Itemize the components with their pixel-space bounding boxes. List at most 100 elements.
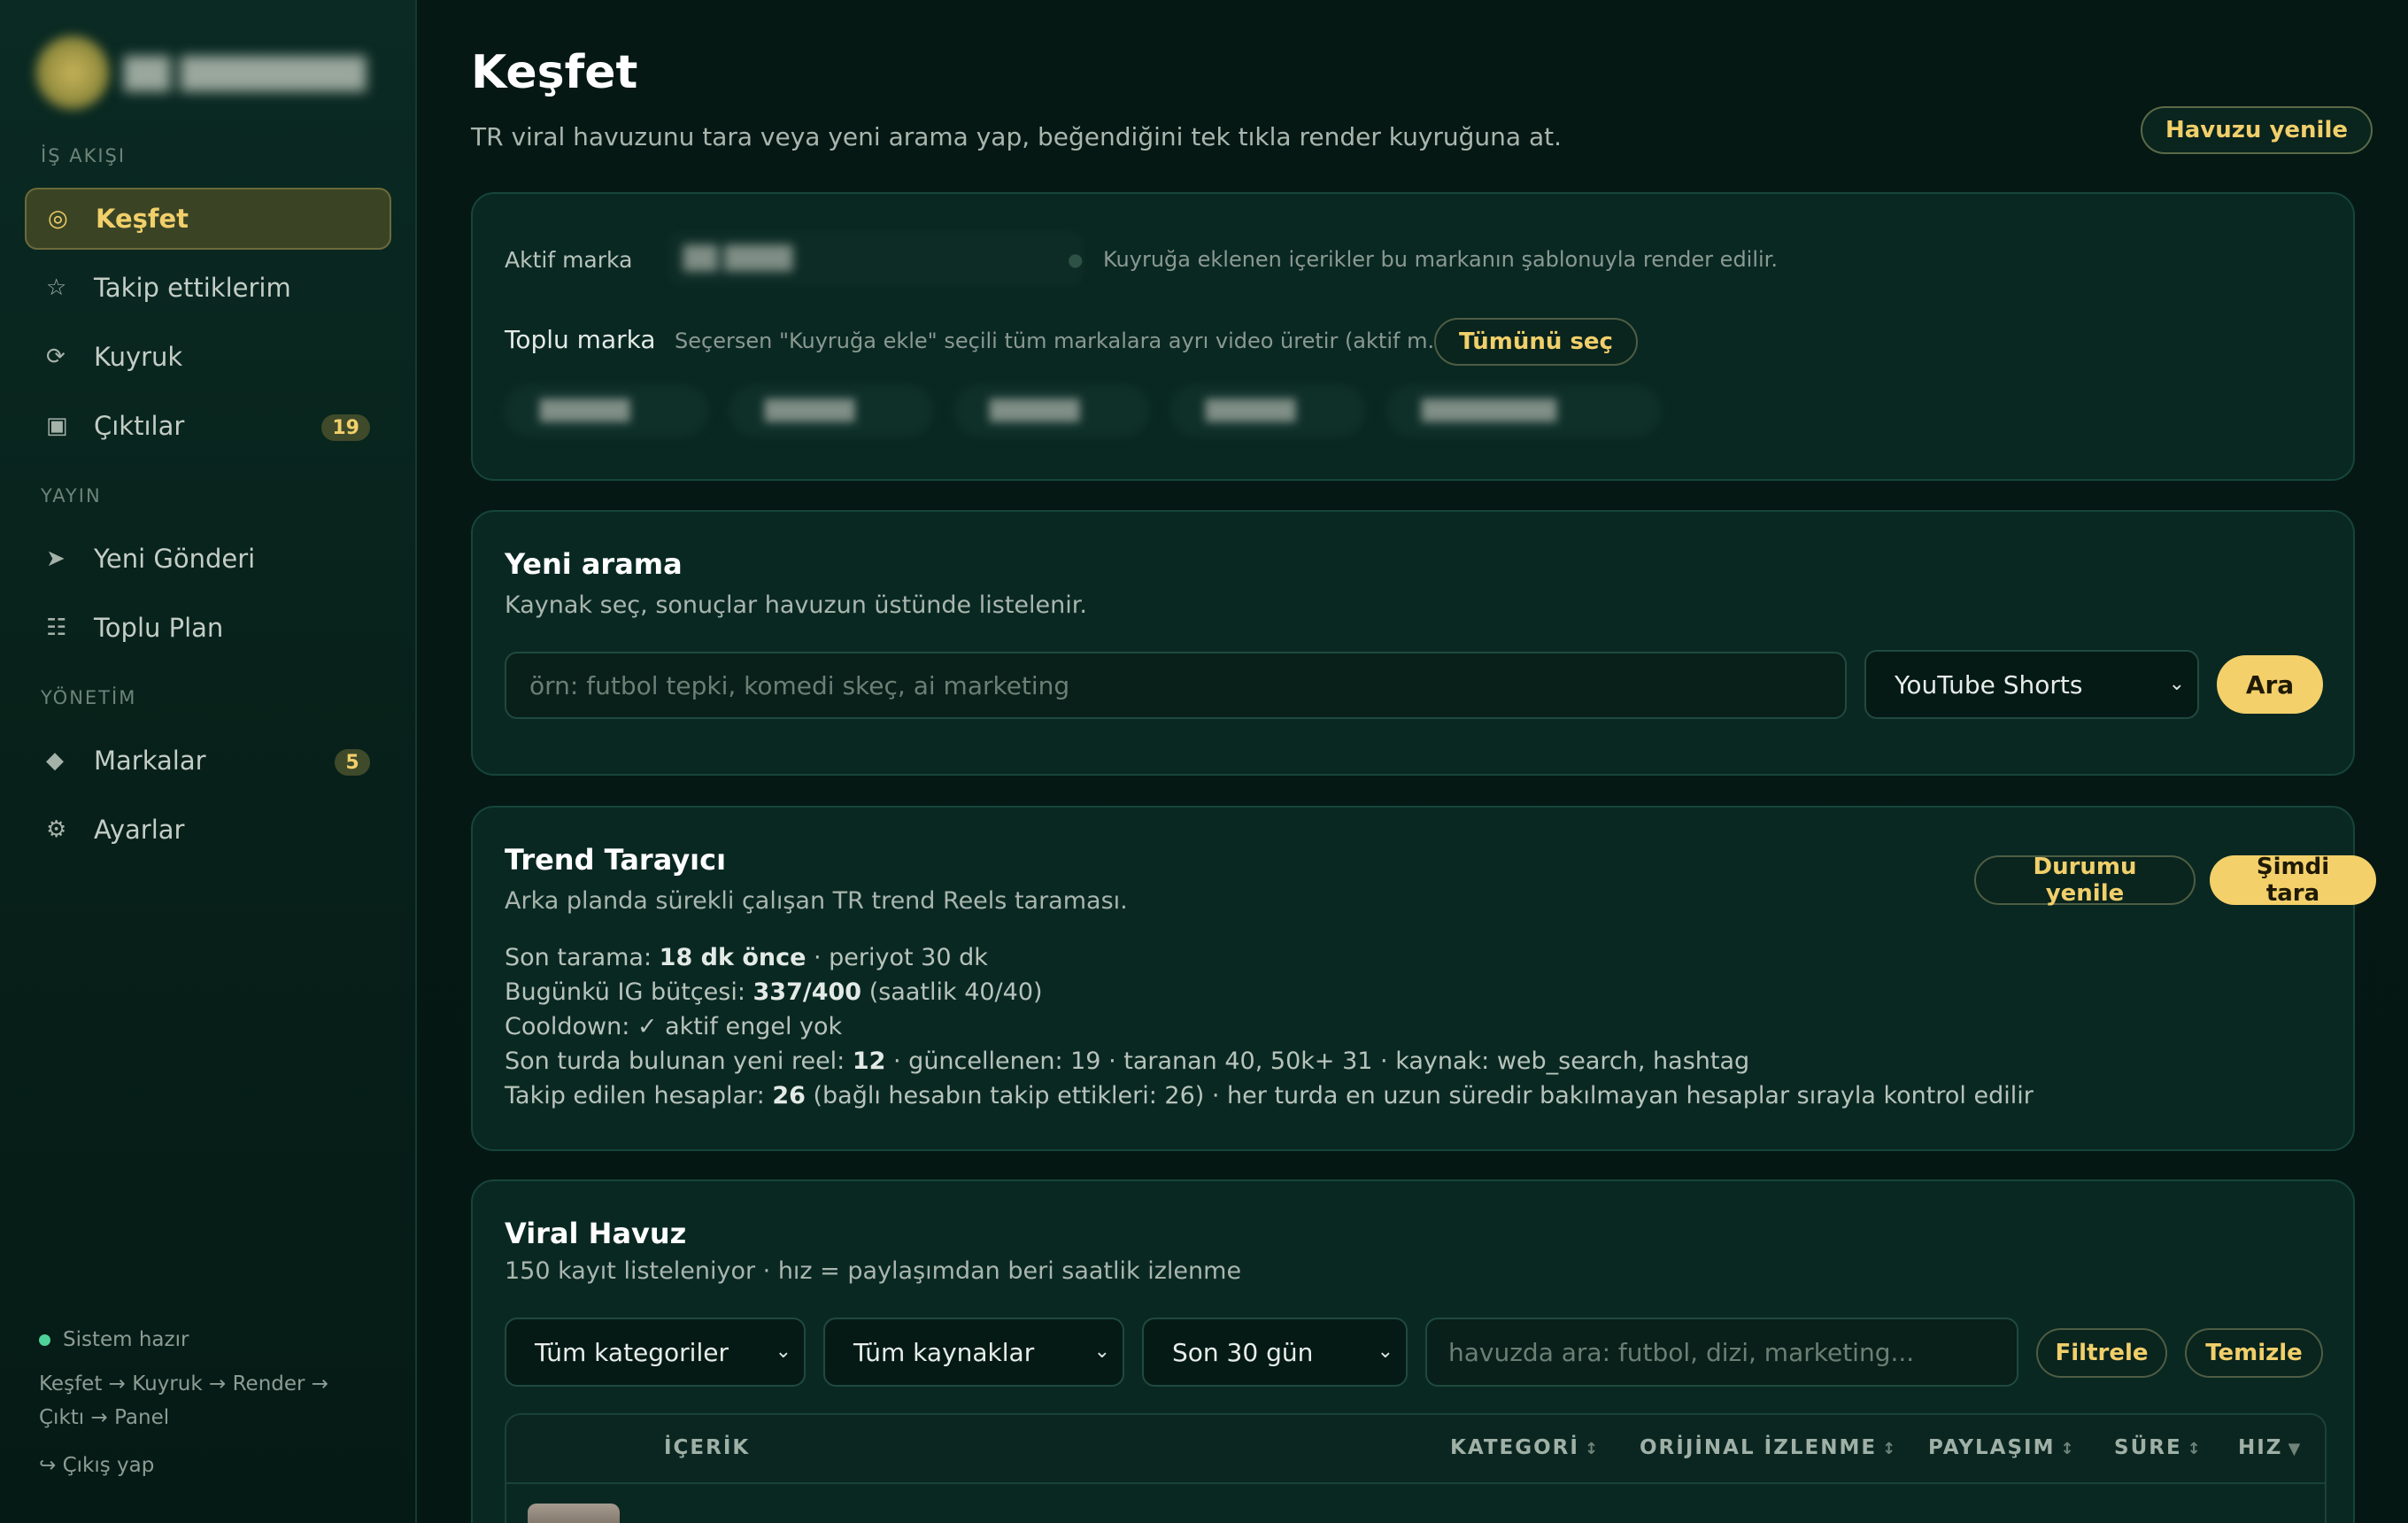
search-button[interactable]: Ara [2217,655,2323,714]
source-filter-value: Tüm kaynaklar [853,1337,1035,1367]
clear-button[interactable]: Temizle [2185,1328,2323,1378]
gear-icon: ⚙ [46,816,67,843]
ig-budget-line: Bugünkü IG bütçesi: 337/400 (saatlik 40/… [505,978,1043,1006]
sidebar-item-label: Markalar [94,746,206,776]
new-search-subtitle: Kaynak seç, sonuçlar havuzun üstünde lis… [505,591,1087,619]
sidebar-item-ayarlar[interactable]: ⚙ Ayarlar [25,799,391,861]
brand-chip[interactable]: ██████ [954,385,1149,437]
viral-pool-title: Viral Havuz [505,1217,687,1250]
sidebar-item-label: Ayarlar [94,815,185,845]
brand-chip[interactable]: █████████ [1386,385,1661,437]
count-badge: 5 [335,749,370,776]
star-icon: ☆ [46,274,67,301]
viral-pool-card: Viral Havuz 150 kayıt listeleniyor · hız… [471,1179,2355,1523]
logout-link[interactable]: ↪ Çıkış yap [39,1454,393,1477]
target-icon: ◎ [48,205,68,232]
sidebar-item-markalar[interactable]: ◆ Markalar 5 [25,730,391,792]
sidebar-item-label: Toplu Plan [94,613,224,643]
sidebar-item-label: Yeni Gönderi [94,544,256,574]
new-reels-line: Son turda bulunan yeni reel: 12 · güncel… [505,1048,1750,1075]
category-select-value: Tüm kategoriler [535,1337,729,1367]
column-original-views[interactable]: ORİJİNAL İZLENME ↕ [1640,1436,1895,1459]
sidebar: ██ ████████ İŞ AKIŞI ◎ Keşfet ☆ Takip et… [0,0,417,1523]
brand-avatar [35,35,110,110]
viral-pool-subtitle: 150 kayıt listeleniyor · hız = paylaşımd… [505,1257,1242,1285]
filter-button[interactable]: Filtrele [2036,1328,2167,1378]
category-select[interactable]: Tüm kategoriler ⌄ [505,1318,806,1387]
pool-table-header: İÇERİK KATEGORİ ↕ ORİJİNAL İZLENME ↕ PAYLA… [505,1413,2327,1484]
sidebar-item-kesfet[interactable]: ◎ Keşfet [25,188,391,250]
sort-desc-icon: ▼ [2288,1440,2301,1458]
refresh-status-button[interactable]: Durumu yenile [1974,854,2196,907]
bulk-brand-hint: Seçersen "Kuyruğa ekle" seçili tüm marka… [675,329,1448,353]
status-dot-icon [39,1334,50,1346]
brand-chip-list: ██████ ██████ ██████ ██████ █████████ [505,385,1744,438]
sidebar-item-kuyruk[interactable]: ⟳ Kuyruk [25,326,391,388]
column-content: İÇERİK [664,1436,751,1459]
chevron-down-icon: ⌄ [2168,673,2185,695]
brand-chip[interactable]: ██████ [729,385,933,437]
period-select-value: Son 30 gün [1172,1337,1314,1367]
last-scan-line: Son tarama: 18 dk önce · periyot 30 dk [505,944,988,971]
chevron-down-icon: ⌄ [775,1341,791,1363]
refresh-pool-button[interactable]: Havuzu yenile [2141,106,2373,154]
column-category[interactable]: KATEGORİ ↕ [1450,1436,1598,1459]
active-brand-hint: Kuyruğa eklenen içerikler bu markanın şa… [1103,247,1778,272]
bulk-brand-label: Toplu marka [505,325,656,354]
period-select[interactable]: Son 30 gün ⌄ [1142,1318,1408,1387]
video-thumbnail[interactable] [528,1504,620,1523]
status-text: Sistem hazır [63,1328,189,1351]
page-subtitle: TR viral havuzunu tara veya yeni arama y… [471,122,1563,151]
list-icon: ☷ [46,615,67,641]
sidebar-item-takip[interactable]: ☆ Takip ettiklerim [25,257,391,319]
count-badge: 19 [321,414,370,441]
nav-section-workflow: İŞ AKIŞI [41,145,127,166]
refresh-icon: ⟳ [46,344,66,370]
cooldown-line: Cooldown: ✓ aktif engel yok [505,1013,843,1040]
select-all-button[interactable]: Tümünü seç [1434,318,1638,366]
nav-section-management: YÖNETİM [41,687,137,708]
sidebar-item-ciktilar[interactable]: ▣ Çıktılar 19 [25,395,391,457]
scanner-status-lines: Son tarama: 18 dk önce · periyot 30 dk B… [505,940,2034,1113]
main-content: Keşfet TR viral havuzunu tara veya yeni … [418,0,2408,1523]
pool-table-body [505,1482,2327,1523]
sort-icon: ↕ [2060,1440,2074,1458]
source-select[interactable]: YouTube Shorts ⌄ [1864,650,2199,719]
brand-chip[interactable]: ██████ [505,385,708,437]
sidebar-item-toplu-plan[interactable]: ☷ Toplu Plan [25,597,391,659]
sidebar-item-label: Çıktılar [94,411,185,441]
active-brand-label: Aktif marka [505,247,633,273]
sort-icon: ↕ [1584,1440,1599,1458]
diamond-icon: ◆ [46,747,64,774]
column-duration[interactable]: SÜRE ↕ [2114,1436,2201,1459]
system-status: Sistem hazır [39,1328,393,1351]
brand-card: Aktif marka ██ ████ ● Kuyruğa eklenen iç… [471,192,2355,481]
info-dot-icon: ● [1068,249,1084,270]
sidebar-footer: Sistem hazır Keşfet → Kuyruk → Render → … [39,1328,393,1477]
page-title: Keşfet [471,46,638,99]
search-input[interactable] [505,652,1847,719]
sort-icon: ↕ [1882,1440,1896,1458]
new-search-title: Yeni arama [505,547,683,581]
chevron-down-icon: ⌄ [1093,1341,1110,1363]
active-brand-select[interactable]: ██ ████ [668,231,1084,286]
send-icon: ➤ [46,545,66,572]
column-shares[interactable]: PAYLAŞIM ↕ [1928,1436,2074,1459]
pool-search-input[interactable] [1425,1318,2018,1387]
followed-accounts-line: Takip edilen hesaplar: 26 (bağlı hesabın… [505,1082,2034,1109]
sidebar-item-label: Kuyruk [94,342,183,372]
trend-scanner-subtitle: Arka planda sürekli çalışan TR trend Ree… [505,887,1128,915]
new-search-card: Yeni arama Kaynak seç, sonuçlar havuzun … [471,510,2355,776]
nav-section-publish: YAYIN [41,485,102,506]
pipeline-flow: Keşfet → Kuyruk → Render → Çıktı → Panel [39,1372,329,1429]
brand-chip[interactable]: ██████ [1170,385,1365,437]
brand-name-blurred: ██ ████████ [124,57,367,92]
chevron-down-icon: ⌄ [1377,1341,1393,1363]
scan-now-button[interactable]: Şimdi tara [2210,854,2376,907]
source-filter-select[interactable]: Tüm kaynaklar ⌄ [823,1318,1124,1387]
workspace-brand[interactable]: ██ ████████ [27,27,398,115]
sidebar-item-yeni-gonderi[interactable]: ➤ Yeni Gönderi [25,528,391,590]
column-speed[interactable]: HIZ ▼ [2238,1436,2300,1459]
source-select-value: YouTube Shorts [1895,669,2083,700]
trend-scanner-title: Trend Tarayıcı [505,843,727,877]
